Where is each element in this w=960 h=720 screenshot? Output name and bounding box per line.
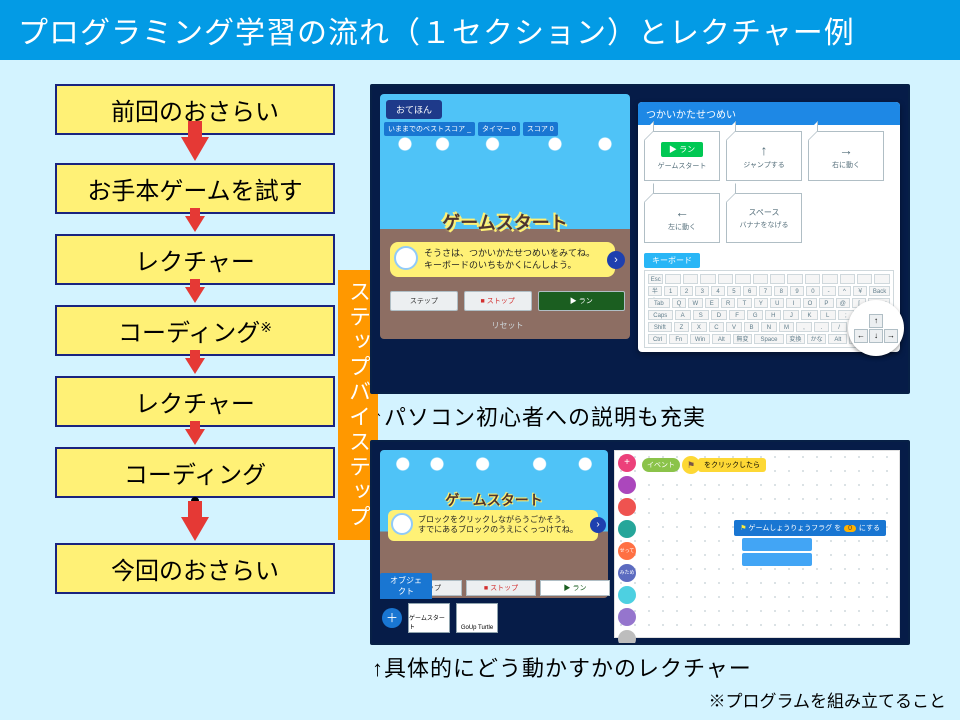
card-run[interactable]: ▶ ランゲームスタート <box>644 131 720 181</box>
flow-step-coding-2: コーディング <box>55 447 335 498</box>
footnote: ※プログラムを組み立てること <box>709 687 947 712</box>
block-slot[interactable] <box>742 538 812 551</box>
arrow-down-icon: ↓ <box>869 329 883 343</box>
block-palette: + せってい みため <box>618 454 636 645</box>
arrow-down-icon <box>185 429 205 445</box>
learning-flow: 前回のおさらい お手本ゲームを試す レクチャー コーディング※ レクチャー コー… <box>40 84 350 683</box>
tutor-bubble: そうさは、つかいかたせつめいをみてね。 キーボードのいちもかくにんしよう。 › <box>390 242 615 277</box>
arrow-down-icon <box>185 358 205 374</box>
arrow-left-icon: ← <box>675 204 689 220</box>
stop-button[interactable]: ■ ストップ <box>464 291 532 311</box>
arrow-up-icon: ↑ <box>869 314 883 328</box>
palette-item[interactable] <box>618 586 636 604</box>
step-button[interactable]: ステップ <box>390 291 458 311</box>
flow-step-lecture-2: レクチャー <box>55 376 335 427</box>
usage-panel-title: つかいかたせつめい <box>638 102 900 125</box>
arrow-down-icon <box>181 137 209 161</box>
caption-shot2: ↑具体的にどう動かすかのレクチャー <box>372 651 930 683</box>
object-turtle[interactable]: GoUp Turtle <box>456 603 498 633</box>
arrow-right-icon: → <box>839 142 853 158</box>
tutor-bubble: ブロックをクリックしながらうごかそう。 すでにあるブロックのうえにくっつけてね。… <box>388 510 598 541</box>
palette-item[interactable] <box>618 630 636 645</box>
score-bar: いままでのベストスコア _タイマー 0スコア 0 <box>384 122 558 136</box>
next-icon[interactable]: › <box>607 251 625 269</box>
palette-item[interactable] <box>618 520 636 538</box>
screenshot-usage-guide: おてほん いままでのベストスコア _タイマー 0スコア 0 ゲームスタート そう… <box>370 84 910 394</box>
clouds-decor <box>380 136 630 152</box>
run-button[interactable]: ▶ ラン <box>538 291 625 311</box>
card-space[interactable]: スペースバナナをなげる <box>726 193 802 243</box>
game-start-title: ゲームスタート <box>380 209 630 235</box>
palette-item[interactable] <box>618 608 636 626</box>
clouds-decor <box>380 456 608 472</box>
object-tab[interactable]: オブジェクト <box>380 573 432 599</box>
screenshot-block-lecture: ゲームスタート ブロックをクリックしながらうごかそう。 すでにあるブロックのうえ… <box>370 440 910 645</box>
arrow-down-icon <box>185 287 205 303</box>
palette-settings[interactable]: せってい <box>618 542 636 560</box>
object-gamestart[interactable]: ゲームスタート <box>408 603 450 633</box>
arrow-keys-callout: ↑ ←↓→ <box>848 300 904 356</box>
usage-panel: つかいかたせつめい ▶ ランゲームスタート ↑ジャンプする →右に動く ←左に動… <box>638 102 900 352</box>
palette-item[interactable] <box>618 476 636 494</box>
sample-tab[interactable]: おてほん <box>386 100 442 119</box>
caption-shot1: ↑パソコン初心者への説明も充実 <box>372 400 930 432</box>
flow-step-review-this: 今回のおさらい <box>55 543 335 594</box>
keyboard-heading: キーボード <box>644 253 700 268</box>
page-title: プログラミング学習の流れ（１セクション）とレクチャー例 <box>0 0 960 60</box>
reset-label[interactable]: リセット <box>390 320 625 331</box>
arrow-down-icon <box>185 216 205 232</box>
block-canvas[interactable]: + せってい みため イベント ⚑ をクリックしたら ⚑ ゲームしょうりょう <box>614 450 900 638</box>
add-object-button[interactable]: ＋ <box>382 608 402 628</box>
flow-step-lecture-1: レクチャー <box>55 234 335 285</box>
card-jump[interactable]: ↑ジャンプする <box>726 131 802 181</box>
next-icon[interactable]: › <box>590 517 606 533</box>
block-slot[interactable] <box>742 553 812 566</box>
arrow-down-icon <box>181 517 209 541</box>
card-left[interactable]: ←左に動く <box>644 193 720 243</box>
arrow-up-icon: ↑ <box>761 142 768 158</box>
game-start-title: ゲームスタート <box>380 490 608 510</box>
set-flag-block[interactable]: ⚑ ゲームしょうりょうフラグ を 0 にする <box>734 520 886 568</box>
flow-step-try-game: お手本ゲームを試す <box>55 163 335 214</box>
palette-view[interactable]: みため <box>618 564 636 582</box>
arrow-right-icon: → <box>884 329 898 343</box>
avatar-icon <box>391 513 413 535</box>
palette-plus-icon[interactable]: + <box>618 454 636 472</box>
event-block[interactable]: イベント ⚑ をクリックしたら <box>642 456 766 474</box>
card-right[interactable]: →右に動く <box>808 131 884 181</box>
flow-step-coding-1: コーディング※ <box>55 305 335 356</box>
arrow-left-icon: ← <box>854 329 868 343</box>
avatar-icon <box>394 246 418 270</box>
palette-item[interactable] <box>618 498 636 516</box>
